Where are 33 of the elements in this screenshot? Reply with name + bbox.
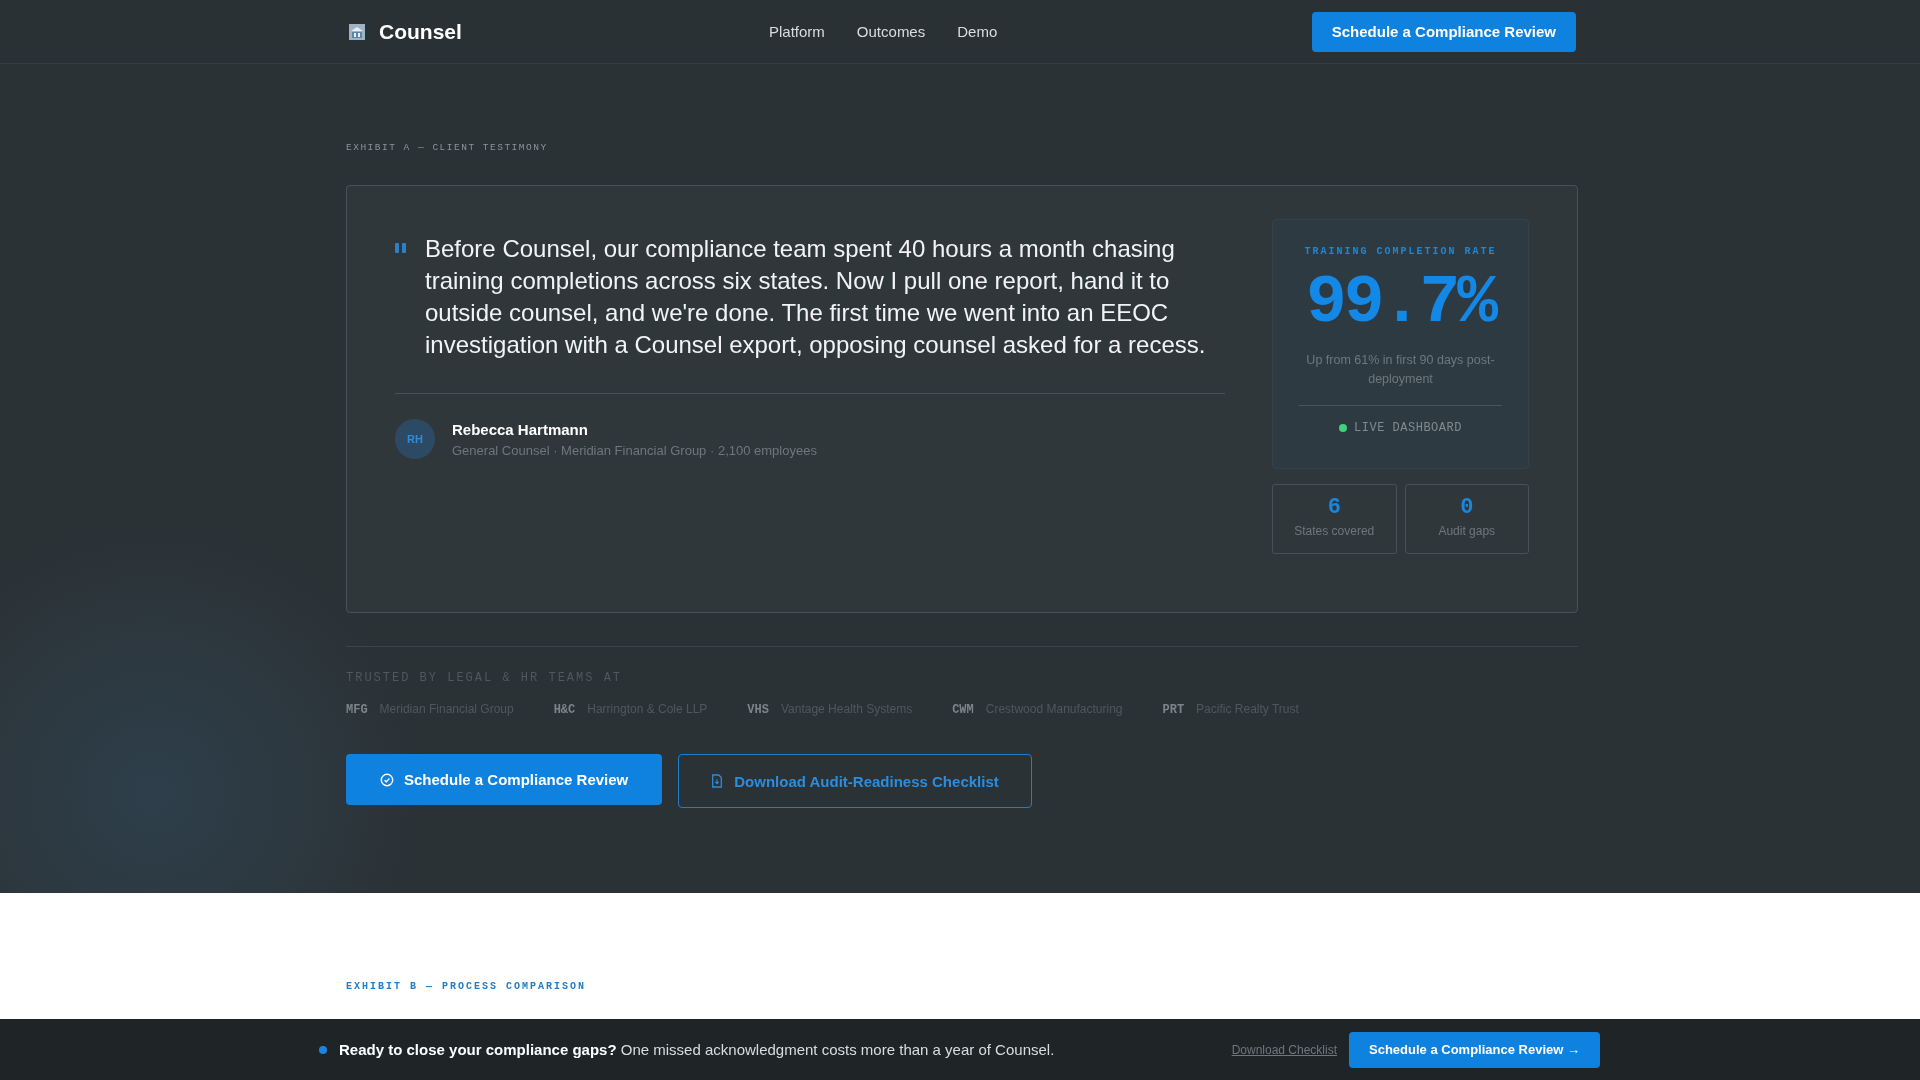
quote-mark-icon xyxy=(395,243,407,253)
building-logo-icon xyxy=(349,23,365,40)
client-abbreviation: MFG xyxy=(346,703,368,717)
author-role: General Counsel · Meridian Financial Group · 2,100 employees xyxy=(452,442,817,458)
client-abbreviation: CWM xyxy=(952,703,974,717)
section-label: EXHIBIT A — CLIENT TESTIMONY xyxy=(346,141,549,153)
client-abbreviation: H&C xyxy=(553,703,576,717)
nav-link[interactable]: Platform xyxy=(769,23,825,40)
schedule-review-button[interactable]: Schedule a Compliance Review xyxy=(346,754,663,805)
client-abbreviation: VHS xyxy=(747,703,769,717)
nav-link[interactable]: Demo xyxy=(957,23,998,40)
promo-text: Ready to close your compliance gaps? One missed acknowledgment costs more than a year of Counsel. xyxy=(339,1041,1055,1058)
schedule-review-button[interactable]: Schedule a Compliance Review → xyxy=(1349,1031,1600,1068)
testimonial-quote: Before Counsel, our compliance team spent 40 hours a month chasing training completions across six states. Now I pull one report, hand it to outside counsel, and we're done. The first time we went into an EEOC investigation with a Counsel export, opposing counsel asked for a recess. xyxy=(425,234,1207,360)
client-abbreviation: PRT xyxy=(1162,703,1185,717)
document-icon xyxy=(711,774,724,788)
stat-number: 0 xyxy=(1459,495,1475,520)
stat-caption: Audit gaps xyxy=(1437,524,1497,538)
author-avatar: RH xyxy=(395,419,435,459)
stat-number: 6 xyxy=(1326,495,1342,520)
author-name: Rebecca Hartmann xyxy=(452,420,589,438)
stat-label: TRAINING COMPLETION RATE xyxy=(1303,246,1498,257)
section-label: EXHIBIT B — PROCESS COMPARISON xyxy=(346,980,588,992)
bullet-icon xyxy=(319,1045,327,1054)
stat-caption: States covered xyxy=(1293,524,1376,538)
stat-value: 99.7% xyxy=(1304,263,1498,343)
download-checklist-link[interactable]: Download Checklist xyxy=(1231,1042,1338,1057)
live-label: LIVE DASHBOARD xyxy=(1354,421,1462,435)
schedule-review-button[interactable]: Schedule a Compliance Review xyxy=(1311,11,1576,52)
check-circle-icon xyxy=(380,772,394,787)
brand-name: Counsel xyxy=(379,19,462,44)
nav-link[interactable]: Outcomes xyxy=(856,23,926,40)
download-checklist-button[interactable]: Download Audit-Readiness Checklist xyxy=(678,754,1032,808)
